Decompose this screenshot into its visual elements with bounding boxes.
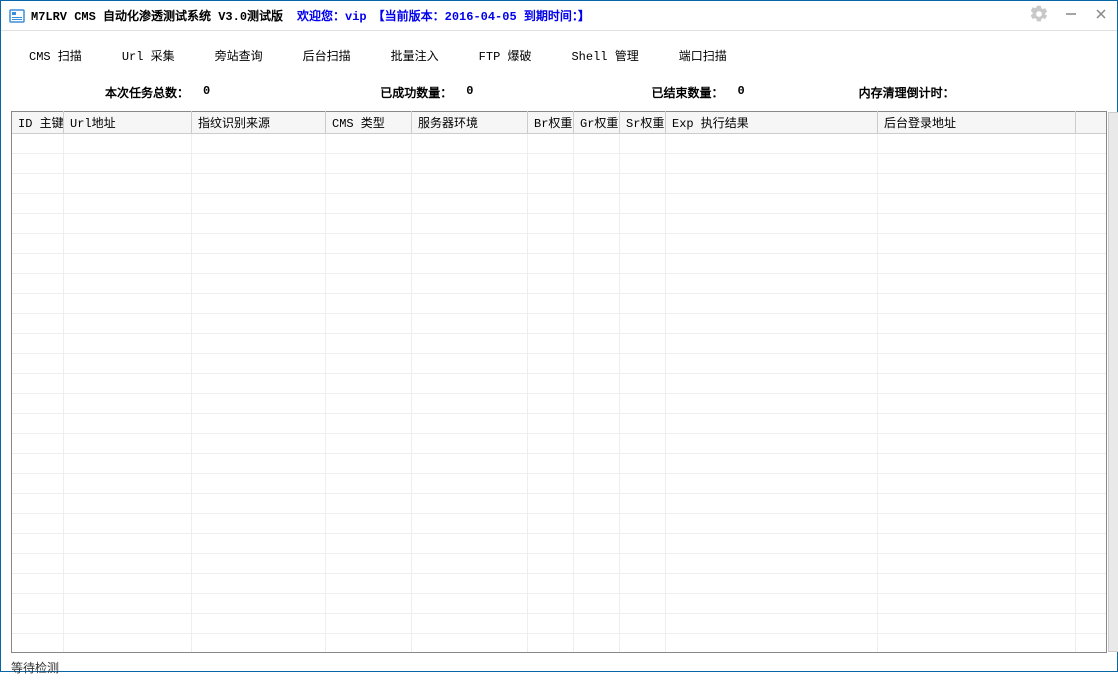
window-controls bbox=[1029, 4, 1109, 28]
table-row[interactable] bbox=[12, 634, 1106, 652]
table-row[interactable] bbox=[12, 274, 1106, 294]
table-row[interactable] bbox=[12, 294, 1106, 314]
stat-countdown-label: 内存清理倒计时： bbox=[859, 84, 955, 101]
window-titlebar: M7LRV CMS 自动化渗透测试系统 V3.0测试版 欢迎您：vip 【当前版… bbox=[1, 1, 1117, 31]
table-row[interactable] bbox=[12, 454, 1106, 474]
col-fingerprint[interactable]: 指纹识别来源 bbox=[192, 111, 326, 134]
table-row[interactable] bbox=[12, 174, 1106, 194]
stat-success-value: 0 bbox=[466, 84, 473, 101]
table-row[interactable] bbox=[12, 514, 1106, 534]
table-row[interactable] bbox=[12, 494, 1106, 514]
table-row[interactable] bbox=[12, 594, 1106, 614]
col-sr[interactable]: Sr权重 bbox=[620, 111, 666, 134]
tab-batch-inject[interactable]: 批量注入 bbox=[371, 39, 459, 74]
app-title: M7LRV CMS 自动化渗透测试系统 V3.0测试版 bbox=[31, 7, 283, 24]
table-row[interactable] bbox=[12, 534, 1106, 554]
col-id[interactable]: ID 主键 bbox=[12, 111, 64, 134]
tab-side-query[interactable]: 旁站查询 bbox=[195, 39, 283, 74]
tab-ftp-brute[interactable]: FTP 爆破 bbox=[459, 39, 552, 74]
welcome-text: 欢迎您：vip bbox=[297, 7, 367, 24]
close-button[interactable] bbox=[1093, 8, 1109, 24]
stat-success-label: 已成功数量： bbox=[380, 84, 452, 101]
stat-finished-value: 0 bbox=[737, 84, 744, 101]
tab-port-scan[interactable]: 端口扫描 bbox=[659, 39, 747, 74]
tab-backend-scan[interactable]: 后台扫描 bbox=[283, 39, 371, 74]
stat-total-value: 0 bbox=[203, 84, 210, 101]
status-bar: 等待检测 bbox=[1, 653, 1117, 682]
table-row[interactable] bbox=[12, 574, 1106, 594]
col-cms[interactable]: CMS 类型 bbox=[326, 111, 412, 134]
table-row[interactable] bbox=[12, 214, 1106, 234]
table-row[interactable] bbox=[12, 554, 1106, 574]
stats-row: 本次任务总数： 0 已成功数量： 0 已结束数量： 0 内存清理倒计时： bbox=[1, 74, 1117, 111]
table-row[interactable] bbox=[12, 374, 1106, 394]
stat-total-label: 本次任务总数： bbox=[105, 84, 189, 101]
table-row[interactable] bbox=[12, 234, 1106, 254]
col-br[interactable]: Br权重 bbox=[528, 111, 574, 134]
table-body bbox=[12, 134, 1106, 652]
tab-cms-scan[interactable]: CMS 扫描 bbox=[9, 39, 102, 74]
table-row[interactable] bbox=[12, 414, 1106, 434]
tab-url-collect[interactable]: Url 采集 bbox=[102, 39, 195, 74]
version-info: 【当前版本：2016-04-05 到期时间：】 bbox=[373, 7, 590, 24]
vertical-scrollbar[interactable] bbox=[1108, 112, 1118, 652]
table-row[interactable] bbox=[12, 354, 1106, 374]
table-row[interactable] bbox=[12, 394, 1106, 414]
col-gr[interactable]: Gr权重 bbox=[574, 111, 620, 134]
tab-shell-manage[interactable]: Shell 管理 bbox=[551, 39, 658, 74]
table-row[interactable] bbox=[12, 314, 1106, 334]
status-text: 等待检测 bbox=[11, 662, 59, 676]
col-server[interactable]: 服务器环境 bbox=[412, 111, 528, 134]
table-header: ID 主键 Url地址 指纹识别来源 CMS 类型 服务器环境 Br权重 Gr权… bbox=[12, 112, 1106, 134]
col-exp[interactable]: Exp 执行结果 bbox=[666, 111, 878, 134]
stat-finished-label: 已结束数量： bbox=[651, 84, 723, 101]
minimize-button[interactable] bbox=[1063, 8, 1079, 24]
results-table: ID 主键 Url地址 指纹识别来源 CMS 类型 服务器环境 Br权重 Gr权… bbox=[11, 111, 1107, 653]
app-icon bbox=[9, 8, 25, 24]
col-backend[interactable]: 后台登录地址 bbox=[878, 111, 1076, 134]
table-row[interactable] bbox=[12, 134, 1106, 154]
tab-bar: CMS 扫描 Url 采集 旁站查询 后台扫描 批量注入 FTP 爆破 Shel… bbox=[1, 31, 1117, 74]
table-row[interactable] bbox=[12, 194, 1106, 214]
table-row[interactable] bbox=[12, 434, 1106, 454]
table-row[interactable] bbox=[12, 254, 1106, 274]
table-row[interactable] bbox=[12, 154, 1106, 174]
table-row[interactable] bbox=[12, 334, 1106, 354]
col-url[interactable]: Url地址 bbox=[64, 111, 192, 134]
table-row[interactable] bbox=[12, 474, 1106, 494]
table-row[interactable] bbox=[12, 614, 1106, 634]
gear-icon[interactable] bbox=[1029, 4, 1049, 28]
